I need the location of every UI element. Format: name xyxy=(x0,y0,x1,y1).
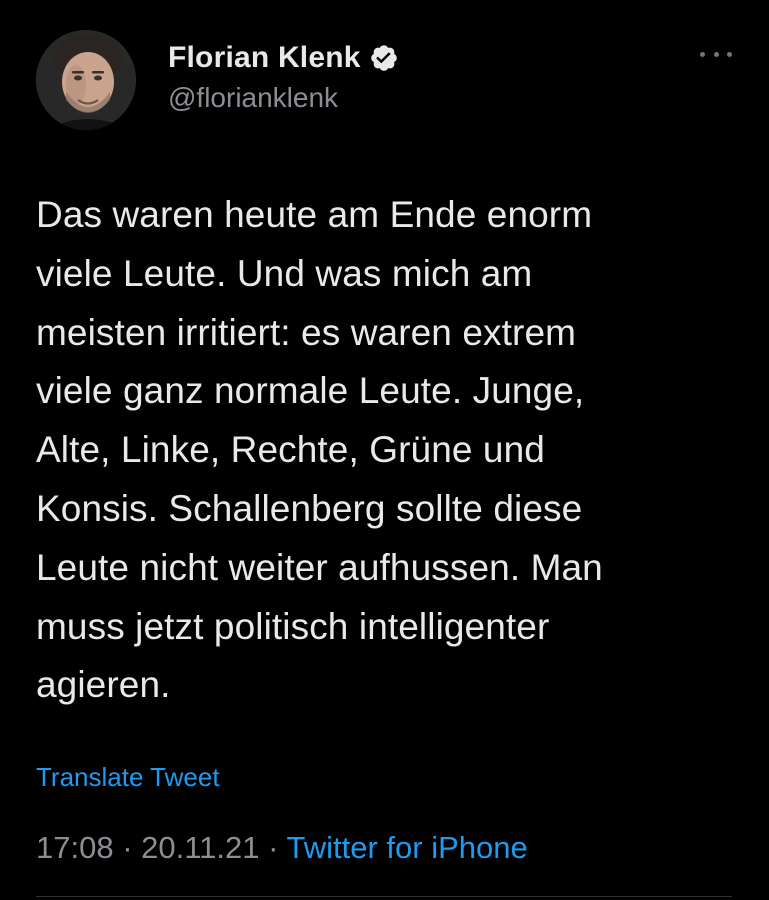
verified-badge-icon xyxy=(369,43,399,73)
author-name-row: Florian Klenk xyxy=(168,38,399,78)
tweet-time[interactable]: 17:08 xyxy=(36,830,114,865)
more-dot xyxy=(700,51,705,57)
author-display-name[interactable]: Florian Klenk xyxy=(168,41,361,75)
divider xyxy=(36,896,732,897)
avatar-photo xyxy=(36,30,136,130)
more-options-icon[interactable] xyxy=(700,44,732,64)
author-handle[interactable]: @florianklenk xyxy=(168,82,338,114)
tweet-text: Das waren heute am Ende enorm viele Leut… xyxy=(36,194,603,706)
more-dot xyxy=(727,51,732,57)
meta-separator: · xyxy=(113,830,142,865)
tweet-source-link[interactable]: Twitter for iPhone xyxy=(287,830,528,865)
avatar[interactable] xyxy=(36,30,136,130)
tweet-date[interactable]: 20.11.21 xyxy=(141,830,259,865)
tweet-detail: Florian Klenk @florianklenk Das waren he… xyxy=(0,0,769,900)
more-dot xyxy=(713,51,719,57)
meta-separator: · xyxy=(259,830,287,865)
tweet-meta: 17:08 · 20.11.21 · Twitter for iPhone xyxy=(36,830,528,866)
translate-tweet-link[interactable]: Translate Tweet xyxy=(36,762,220,793)
